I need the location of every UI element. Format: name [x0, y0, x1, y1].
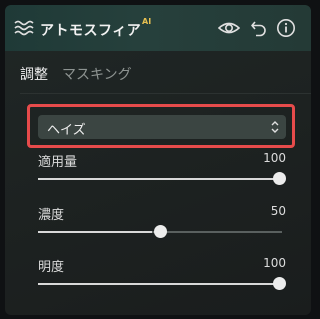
- slider-value[interactable]: 100: [263, 256, 286, 270]
- slider-fill: [38, 231, 152, 233]
- info-icon[interactable]: [276, 18, 296, 38]
- slider-value[interactable]: 100: [263, 151, 286, 165]
- slider-label: 濃度: [38, 208, 65, 223]
- slider-density: 濃度 50: [38, 204, 288, 244]
- slider-fill: [38, 178, 282, 180]
- eye-icon[interactable]: [218, 19, 240, 37]
- updown-chevron-icon: [271, 121, 279, 133]
- atmosphere-panel: アトモスフィア AI 調整 マスキング ヘイズ 適用量 100 濃度 50 明度…: [5, 5, 311, 315]
- preset-dropdown-value: ヘイズ: [47, 123, 86, 138]
- waves-icon: [14, 20, 34, 36]
- undo-icon[interactable]: [250, 18, 268, 38]
- slider-amount: 適用量 100: [38, 151, 288, 191]
- slider-track[interactable]: [38, 178, 282, 180]
- tab-adjust[interactable]: 調整: [20, 64, 48, 84]
- slider-label: 明度: [38, 260, 65, 275]
- slider-knob[interactable]: [273, 277, 286, 290]
- tab-divider: [20, 93, 311, 94]
- slider-value[interactable]: 50: [271, 204, 286, 218]
- slider-label: 適用量: [38, 155, 78, 170]
- panel-header: アトモスフィア AI: [5, 5, 311, 51]
- slider-track[interactable]: [38, 283, 282, 285]
- ai-badge: AI: [142, 17, 152, 26]
- panel-title: アトモスフィア: [40, 23, 142, 39]
- tab-masking[interactable]: マスキング: [62, 64, 132, 84]
- slider-knob[interactable]: [154, 225, 167, 238]
- preset-dropdown[interactable]: ヘイズ: [38, 115, 286, 139]
- slider-fill: [38, 283, 282, 285]
- slider-brightness: 明度 100: [38, 256, 288, 296]
- slider-knob[interactable]: [273, 172, 286, 185]
